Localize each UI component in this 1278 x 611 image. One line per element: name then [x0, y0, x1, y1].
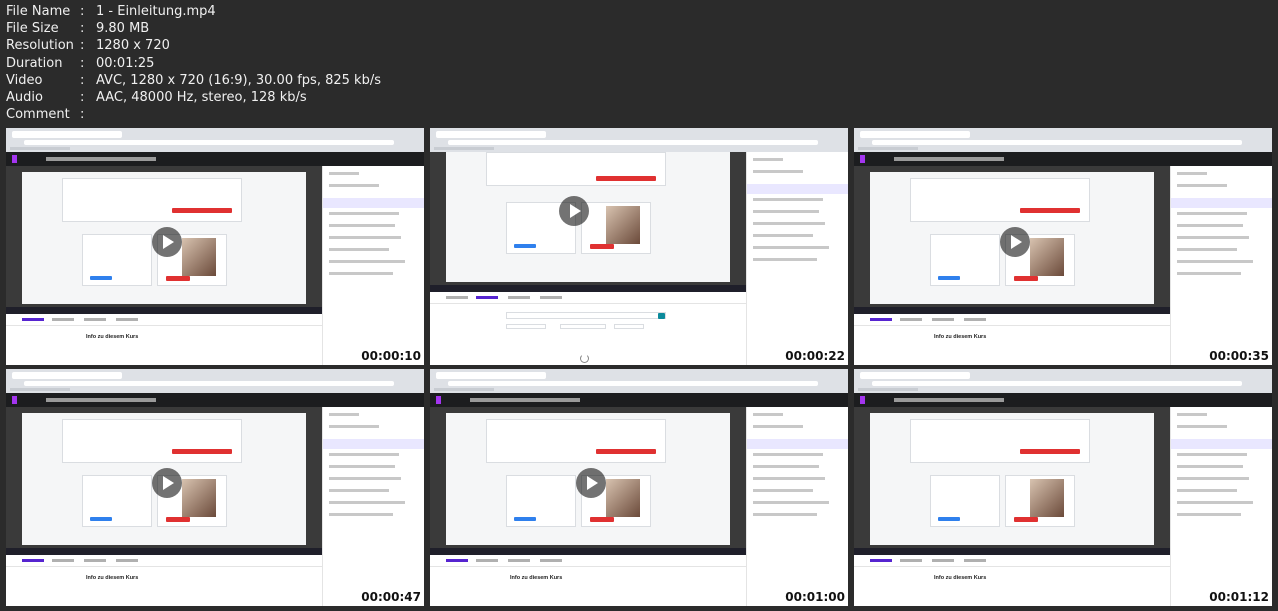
video-thumbnail[interactable]: Info zu diesem Kurs 00:00:47	[6, 369, 424, 606]
course-content-sidebar	[321, 166, 424, 365]
file-info-row: Audio: AAC, 48000 Hz, stereo, 128 kb/s	[6, 89, 381, 106]
browser-chrome	[6, 128, 424, 152]
udemy-logo-icon	[12, 396, 36, 404]
video-thumbnail[interactable]: 00:00:22	[430, 128, 848, 365]
course-info-title: Info zu diesem Kurs	[934, 334, 987, 340]
file-info-separator: :	[80, 21, 85, 37]
udemy-header	[430, 393, 848, 407]
lecture-video-frame	[430, 152, 746, 292]
course-content-sidebar	[1169, 407, 1272, 606]
course-content-sidebar	[321, 407, 424, 606]
course-tabs	[6, 314, 322, 326]
file-info-row: Resolution:1280 x 720	[6, 37, 381, 54]
thumbnail-timestamp: 00:01:00	[784, 590, 846, 604]
file-info-value: 00:01:25	[96, 55, 155, 71]
file-info-value: 1 - Einleitung.mp4	[96, 4, 216, 19]
course-tabs	[6, 555, 322, 567]
video-thumbnail[interactable]: Info zu diesem Kurs 00:01:12	[854, 369, 1272, 606]
file-info-key: Video	[6, 72, 43, 88]
thumbnail-timestamp: 00:00:10	[360, 349, 422, 363]
lecture-video-frame	[430, 407, 746, 555]
file-info-value: AAC, 48000 Hz, stereo, 128 kb/s	[96, 90, 307, 106]
file-info-separator: :	[80, 55, 85, 71]
file-info-row: File Name:1 - Einleitung.mp4	[6, 3, 381, 20]
thumbnail-timestamp: 00:00:22	[784, 349, 846, 363]
thumbnail-timestamp: 00:00:47	[360, 590, 422, 604]
file-info-separator: :	[80, 72, 85, 88]
course-info-title: Info zu diesem Kurs	[86, 334, 139, 340]
file-info-key: Comment	[6, 107, 70, 123]
udemy-logo-icon	[12, 155, 36, 163]
loading-spinner-icon	[580, 354, 589, 363]
file-info-key: File Name	[6, 4, 71, 19]
course-tabs	[430, 292, 746, 304]
file-info-value: 9.80 MB	[96, 21, 150, 37]
file-info-value: 1280 x 720	[96, 38, 170, 54]
file-info-block: File Name:1 - Einleitung.mp4 File Size:9…	[6, 3, 381, 123]
course-content-sidebar	[1169, 166, 1272, 365]
udemy-logo-icon	[436, 396, 460, 404]
course-content-sidebar	[745, 407, 848, 606]
video-thumbnail[interactable]: Info zu diesem Kurs 00:00:10	[6, 128, 424, 365]
lecture-video-frame	[6, 407, 322, 555]
udemy-header	[6, 393, 424, 407]
video-thumbnail[interactable]: Info zu diesem Kurs 00:00:35	[854, 128, 1272, 365]
browser-chrome	[854, 369, 1272, 393]
course-info-title: Info zu diesem Kurs	[510, 575, 563, 581]
thumbnail-timestamp: 00:01:12	[1208, 590, 1270, 604]
browser-chrome	[854, 128, 1272, 152]
file-info-key: Duration	[6, 55, 63, 71]
udemy-logo-icon	[860, 155, 884, 163]
file-info-row: Video: AVC, 1280 x 720 (16:9), 30.00 fps,…	[6, 72, 381, 89]
udemy-header	[854, 152, 1272, 166]
file-info-separator: :	[80, 90, 85, 106]
course-tabs	[854, 314, 1170, 326]
udemy-logo-icon	[860, 396, 884, 404]
file-info-separator: :	[80, 38, 85, 54]
course-content-sidebar	[745, 152, 848, 365]
file-info-key: Audio	[6, 90, 43, 106]
course-info-title: Info zu diesem Kurs	[86, 575, 139, 581]
udemy-header	[6, 152, 424, 166]
browser-chrome	[6, 369, 424, 393]
course-tabs	[430, 555, 746, 567]
lecture-video-frame	[854, 166, 1170, 314]
course-tabs	[854, 555, 1170, 567]
udemy-header	[854, 393, 1272, 407]
browser-chrome	[430, 369, 848, 393]
file-info-separator: :	[80, 4, 85, 19]
video-thumbnail[interactable]: Info zu diesem Kurs 00:01:00	[430, 369, 848, 606]
file-info-value: AVC, 1280 x 720 (16:9), 30.00 fps, 825 k…	[96, 72, 381, 88]
browser-chrome	[430, 128, 848, 152]
file-info-row: Duration:00:01:25	[6, 55, 381, 72]
course-info-title: Info zu diesem Kurs	[934, 575, 987, 581]
lecture-video-frame	[6, 166, 322, 314]
file-info-separator: :	[80, 107, 85, 123]
file-info-key: Resolution	[6, 38, 74, 54]
thumbnail-timestamp: 00:00:35	[1208, 349, 1270, 363]
file-info-row: File Size:9.80 MB	[6, 20, 381, 37]
file-info-key: File Size	[6, 21, 59, 37]
lecture-video-frame	[854, 407, 1170, 555]
file-info-row: Comment:	[6, 106, 381, 123]
